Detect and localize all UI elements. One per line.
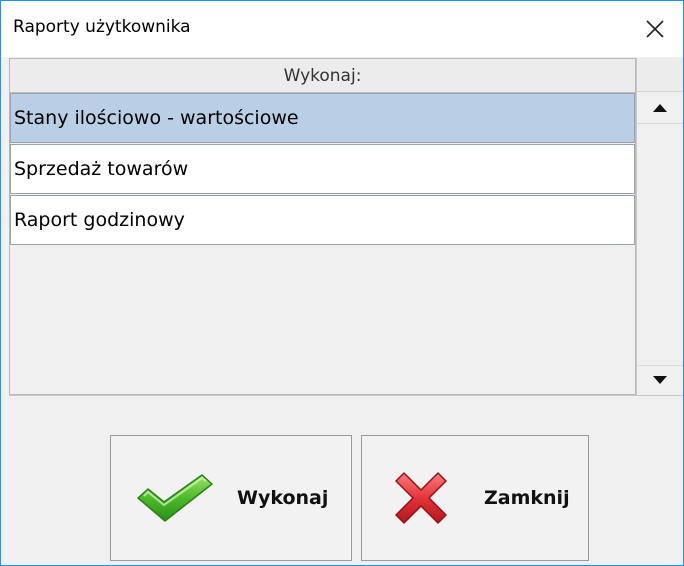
row-label: Sprzedaż towarów — [14, 158, 189, 180]
window-title: Raporty użytkownika — [13, 17, 191, 37]
table-row[interactable]: Raport godzinowy — [10, 195, 635, 245]
x-cross-icon — [380, 463, 462, 533]
window-close-button[interactable] — [627, 1, 683, 57]
title-bar: Raporty użytkownika — [1, 1, 683, 57]
table-row[interactable]: Stany ilościowo - wartościowe — [10, 93, 635, 143]
run-button-label: Wykonaj — [237, 487, 329, 509]
scroll-track[interactable] — [637, 123, 683, 366]
column-header-run: Wykonaj: — [10, 59, 635, 93]
close-icon — [646, 20, 664, 38]
reports-dialog: Raporty użytkownika Wykonaj: Stany ilośc… — [0, 0, 684, 566]
row-label: Stany ilościowo - wartościowe — [14, 107, 299, 129]
scrollbar-header-cell — [637, 58, 683, 92]
close-button[interactable]: Zamknij — [361, 435, 589, 561]
checkmark-icon — [135, 463, 215, 533]
vertical-scrollbar[interactable] — [636, 58, 683, 395]
arrow-down-icon — [653, 376, 667, 384]
divider — [9, 395, 683, 396]
scroll-up-button[interactable] — [637, 93, 683, 123]
close-button-label: Zamknij — [484, 487, 570, 509]
table-row[interactable]: Sprzedaż towarów — [10, 144, 635, 194]
run-button[interactable]: Wykonaj — [110, 435, 352, 561]
scroll-down-button[interactable] — [637, 366, 683, 394]
reports-table: Wykonaj: Stany ilościowo - wartościowe S… — [9, 58, 636, 395]
row-label: Raport godzinowy — [14, 209, 185, 231]
arrow-up-icon — [653, 104, 667, 112]
